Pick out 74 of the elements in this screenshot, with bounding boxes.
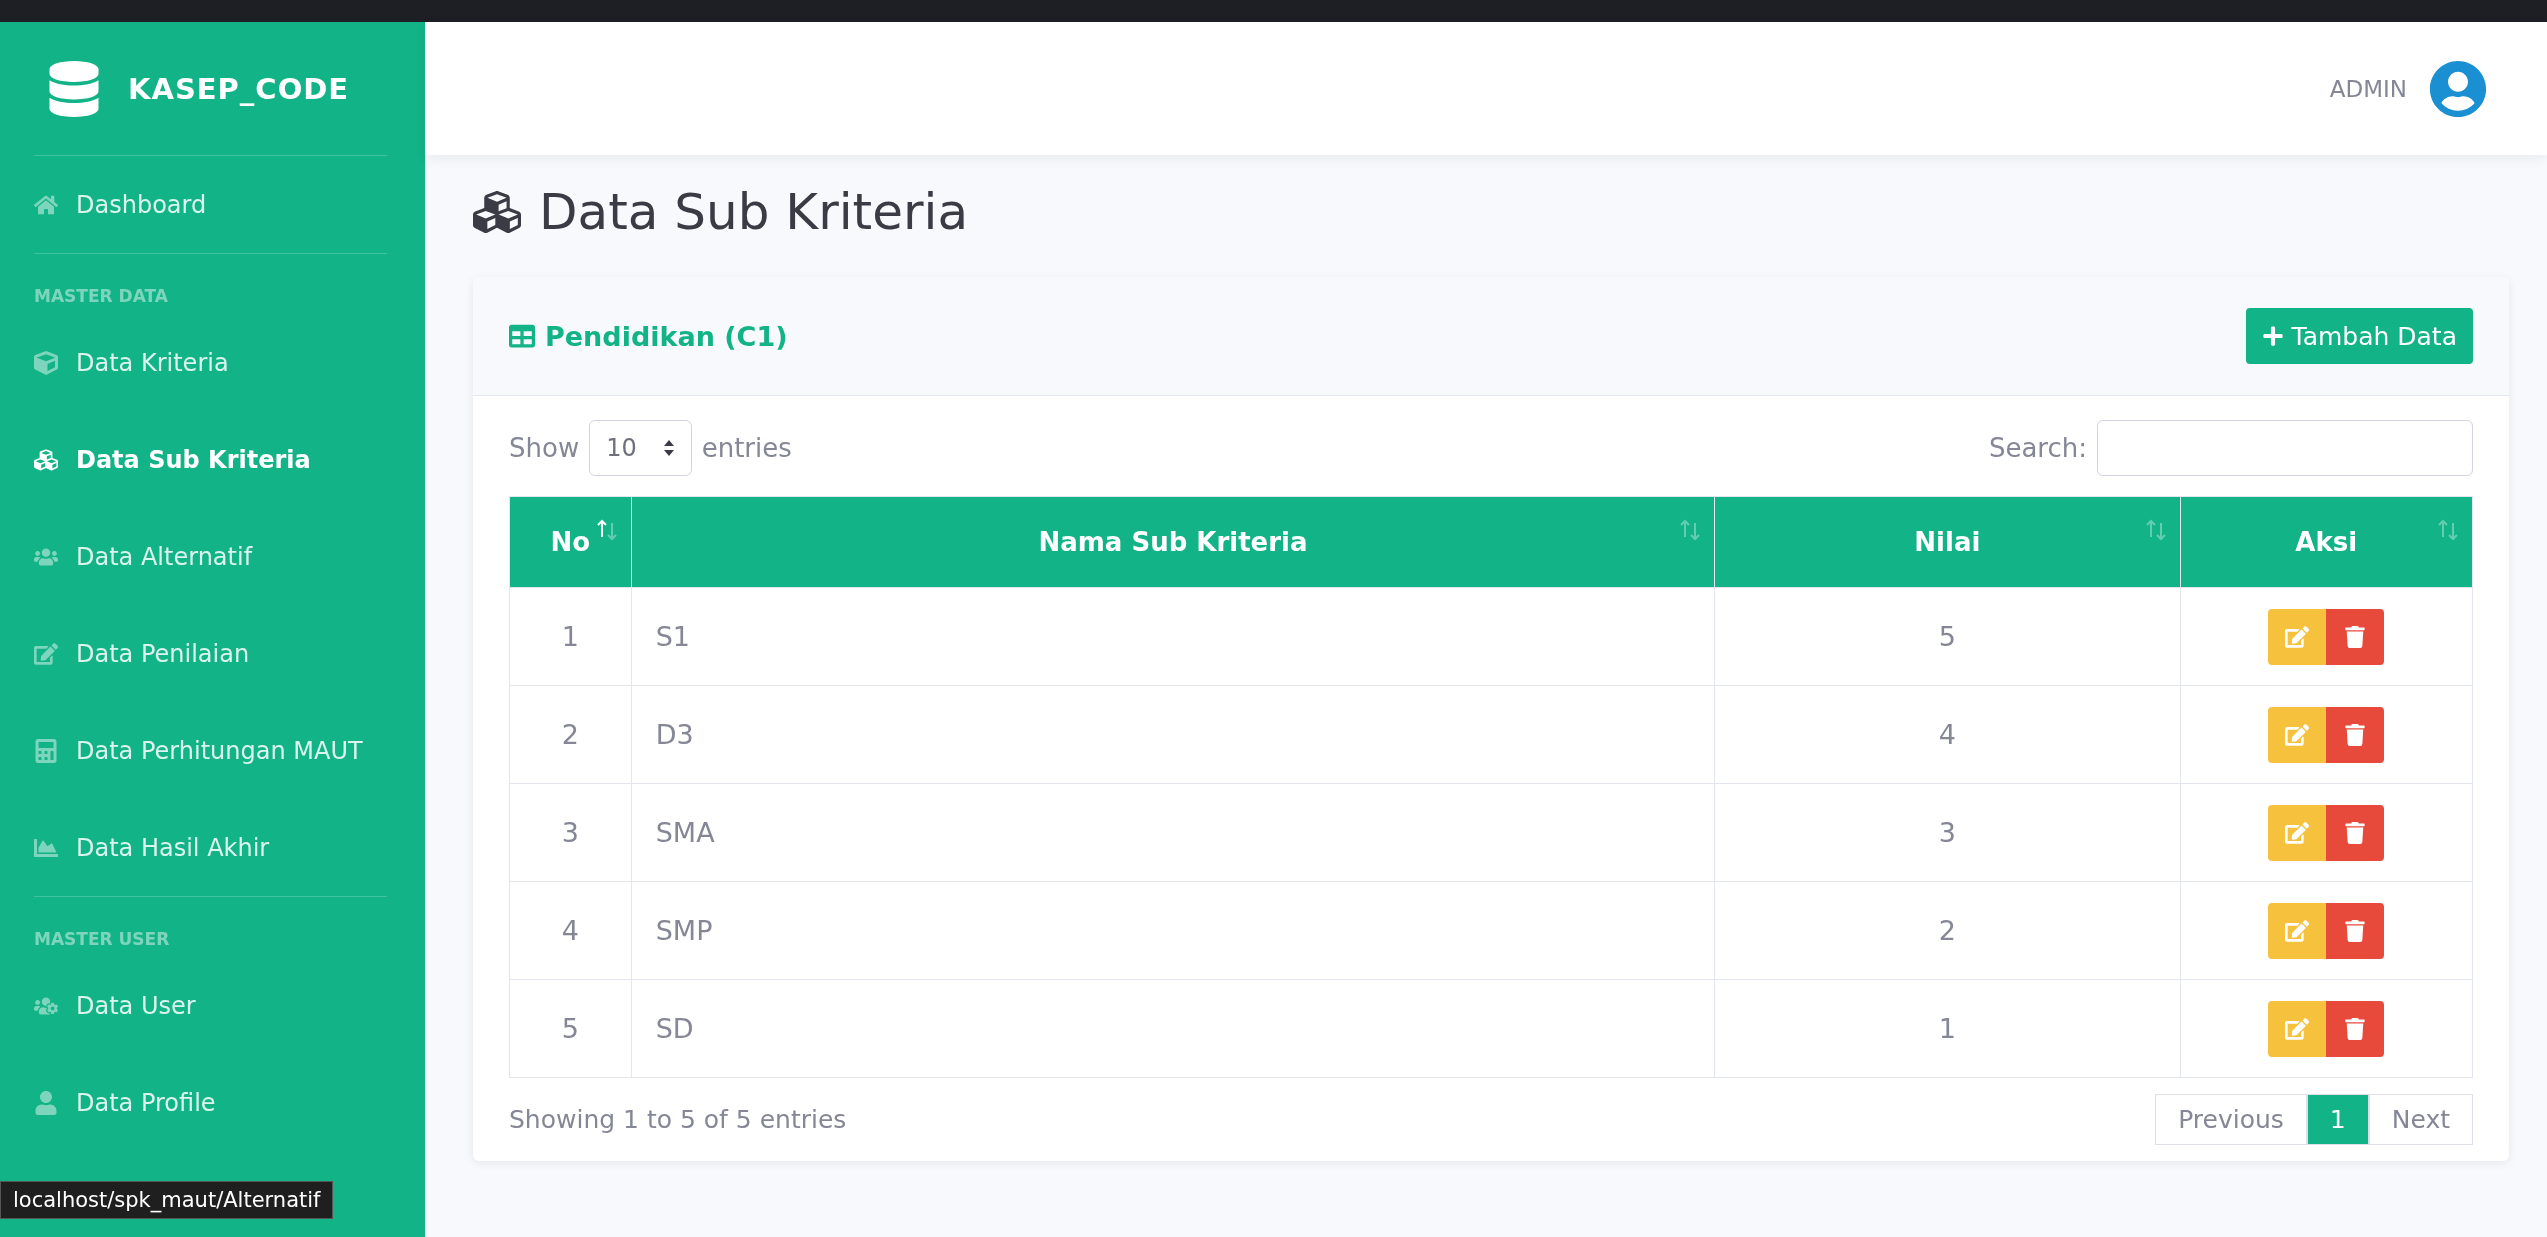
sort-arrows-icon [2438, 519, 2458, 541]
user-icon [34, 1090, 58, 1115]
edit-icon [2285, 722, 2310, 747]
table-cell: S1 [631, 587, 1715, 686]
table-cell: 5 [509, 979, 632, 1078]
table-cell: D3 [631, 685, 1715, 784]
edit-icon [34, 641, 58, 666]
sidebar-item[interactable]: Data Penilaian [34, 605, 387, 702]
pagination-link[interactable]: Previous [2155, 1094, 2307, 1145]
column-header[interactable]: Aksi [2180, 496, 2473, 588]
sidebar-item[interactable]: Data Hasil Akhir [34, 799, 387, 896]
edit-icon [2285, 918, 2310, 943]
trash-icon [2344, 821, 2367, 844]
sidebar-item[interactable]: Data User [34, 957, 387, 1054]
table-cell: 5 [1714, 587, 2180, 686]
table-cell: 1 [1714, 979, 2180, 1078]
user-name: ADMIN [2329, 75, 2407, 102]
status-bar-url: localhost/spk_maut/Alternatif [0, 1181, 334, 1219]
pagination-link[interactable]: Next [2368, 1094, 2473, 1145]
column-header[interactable]: Nama Sub Kriteria [631, 496, 1715, 588]
cube-icon [34, 350, 58, 375]
avatar-icon[interactable] [2429, 59, 2487, 118]
cubes-icon [473, 188, 521, 236]
table-cell: 4 [509, 881, 632, 980]
table-cell: 2 [509, 685, 632, 784]
sidebar-item[interactable]: Data Alternatif [34, 508, 387, 605]
delete-button[interactable] [2326, 706, 2385, 763]
table-info: Showing 1 to 5 of 5 entries [509, 1105, 847, 1134]
delete-button[interactable] [2326, 608, 2385, 665]
search-label: Search: [1988, 433, 2087, 463]
table-cell: 4 [1714, 685, 2180, 784]
sidebar-item[interactable]: Dashboard [34, 156, 387, 253]
sidebar-item[interactable]: Data Profile [34, 1054, 387, 1151]
card-title: Pendidikan (C1) [545, 320, 788, 352]
sort-arrows-icon [1680, 519, 1701, 541]
delete-button[interactable] [2326, 804, 2385, 861]
table-cell: 2 [1714, 881, 2180, 980]
sidebar-item[interactable]: Data Perhitungan MAUT [34, 702, 387, 799]
trash-icon [2344, 919, 2367, 942]
search-field[interactable] [2097, 420, 2473, 476]
add-data-button[interactable]: Tambah Data [2245, 308, 2473, 364]
trash-icon [2344, 1017, 2367, 1040]
show-label: Show [509, 433, 580, 463]
plus-icon [2261, 325, 2284, 347]
table-icon [509, 323, 535, 349]
sidebar-item[interactable]: Data Sub Kriteria [34, 411, 387, 508]
entries-select[interactable]: 10 [589, 420, 692, 476]
sidebar-item[interactable]: Data Kriteria [34, 314, 387, 411]
column-header[interactable]: Nilai [1714, 496, 2180, 588]
delete-button[interactable] [2326, 902, 2385, 959]
table-cell: SMA [631, 783, 1715, 882]
sidebar-heading: MASTER DATA [34, 285, 169, 308]
table-cell: SD [631, 979, 1715, 1078]
table-cell: 3 [509, 783, 632, 882]
entries-label: entries [701, 433, 792, 463]
delete-button[interactable] [2326, 1000, 2385, 1057]
edit-icon [2285, 624, 2310, 649]
table-cell: 1 [509, 587, 632, 686]
column-header[interactable]: No [509, 496, 632, 588]
pagination-link[interactable]: 1 [2306, 1094, 2369, 1145]
cubes-icon [34, 447, 58, 472]
sidebar-heading: MASTER USER [34, 928, 171, 951]
brand-name: KASEP_CODE [128, 71, 350, 106]
edit-icon [2285, 1016, 2310, 1041]
sort-arrows-icon [596, 519, 617, 541]
trash-icon [2344, 625, 2367, 648]
calculator-icon [34, 738, 58, 763]
sort-arrows-icon [2145, 519, 2166, 541]
trash-icon [2344, 723, 2367, 746]
table-cell: SMP [631, 881, 1715, 980]
updown-caret-icon [662, 439, 675, 457]
page-title: Data Sub Kriteria [539, 183, 969, 241]
edit-icon [2285, 820, 2310, 845]
table-cell: 3 [1714, 783, 2180, 882]
